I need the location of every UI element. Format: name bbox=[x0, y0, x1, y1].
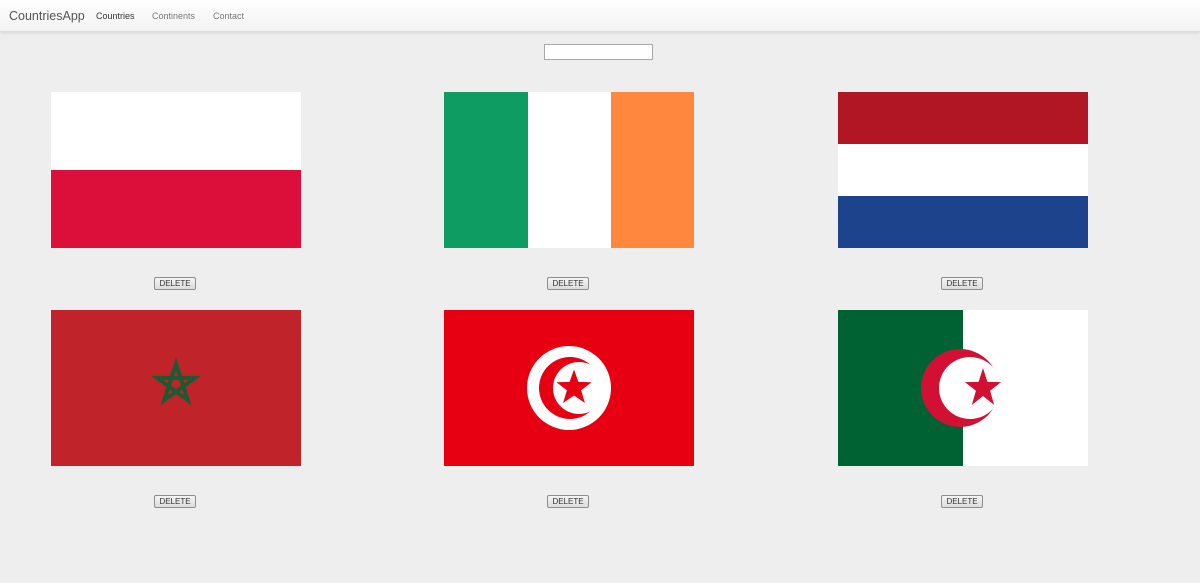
delete-button-ireland[interactable]: DELETE bbox=[547, 277, 589, 290]
netherlands-flag[interactable] bbox=[838, 92, 1088, 248]
ireland-flag[interactable] bbox=[444, 92, 694, 248]
poland-flag[interactable] bbox=[51, 92, 301, 248]
delete-button-tunisia[interactable]: DELETE bbox=[547, 495, 589, 508]
algeria-flag[interactable] bbox=[838, 310, 1088, 466]
delete-button-morocco[interactable]: DELETE bbox=[154, 495, 196, 508]
nav-link-continents[interactable]: Continents bbox=[152, 11, 195, 21]
search-input[interactable] bbox=[544, 44, 653, 60]
nav-link-countries[interactable]: Countries bbox=[96, 11, 135, 21]
nav-link-contact[interactable]: Contact bbox=[213, 11, 244, 21]
navbar: CountriesApp Countries Continents Contac… bbox=[0, 0, 1200, 32]
morocco-flag[interactable] bbox=[51, 310, 301, 466]
delete-button-poland[interactable]: DELETE bbox=[154, 277, 196, 290]
tunisia-flag[interactable] bbox=[444, 310, 694, 466]
delete-button-algeria[interactable]: DELETE bbox=[941, 495, 983, 508]
delete-button-netherlands[interactable]: DELETE bbox=[941, 277, 983, 290]
brand-link[interactable]: CountriesApp bbox=[9, 9, 85, 23]
